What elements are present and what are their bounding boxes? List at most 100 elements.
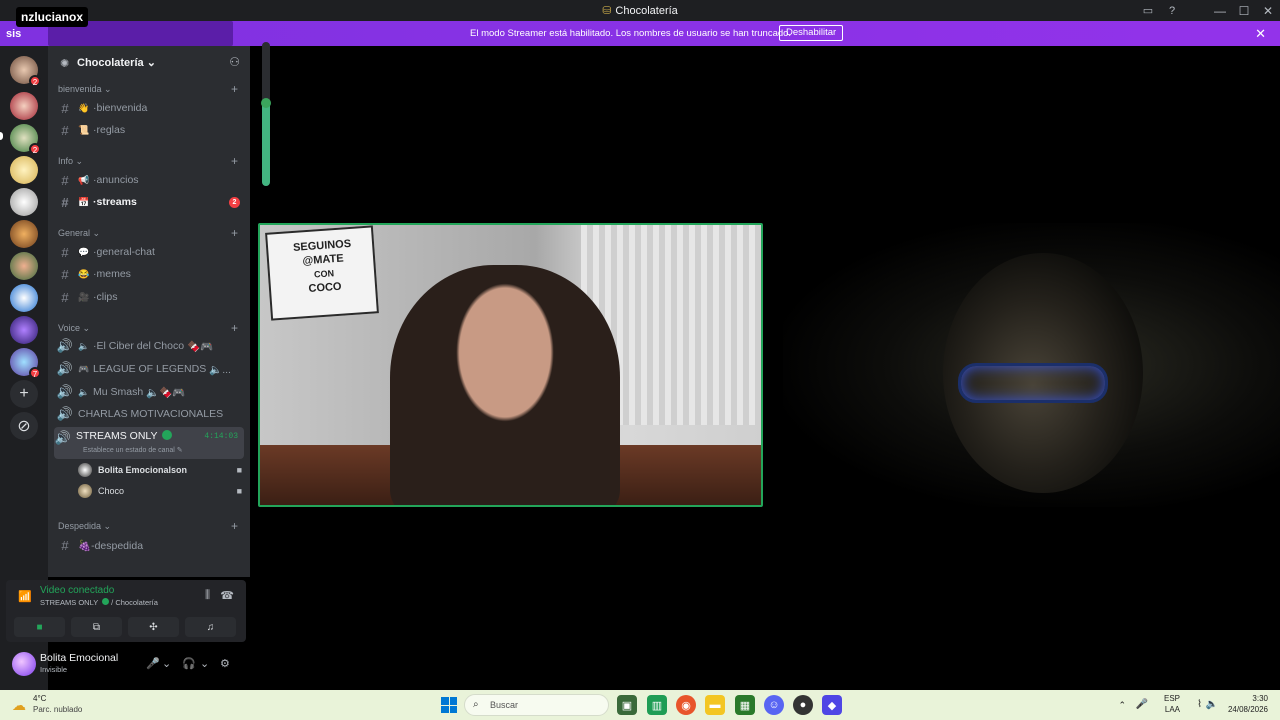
guild-header[interactable]: ✺ Chocolatería ⌄ ⚇ <box>48 46 250 78</box>
app-icon[interactable]: ▣ <box>617 695 637 715</box>
voice-channel-streams-only[interactable]: 🔊 STREAMS ONLY 4:14:03 Establece un estado … <box>54 427 244 459</box>
screen-share-button[interactable]: ⧉ <box>71 617 122 637</box>
category-despedida[interactable]: Despedida ⌄ + <box>58 519 240 533</box>
channel-anuncios[interactable]: # 📢 · anuncios <box>56 170 242 190</box>
add-channel-icon[interactable]: + <box>231 519 238 533</box>
video-tile-webcam[interactable] <box>783 223 1280 507</box>
app-icon[interactable]: ● <box>793 695 813 715</box>
server-avatar[interactable] <box>10 220 38 248</box>
server-avatar[interactable]: 7 <box>10 348 41 379</box>
voice-user[interactable]: Choco ■ <box>78 483 242 499</box>
window-titlebar: ⛁ Chocolatería ▭ ? — ☐ ✕ <box>0 0 1280 21</box>
channel-general-chat[interactable]: # 💬 · general-chat <box>56 242 242 262</box>
minimize-button[interactable]: — <box>1208 0 1232 21</box>
server-avatar[interactable] <box>10 156 38 184</box>
add-channel-icon[interactable]: + <box>231 321 238 335</box>
chevron-down-icon[interactable]: ⌄ <box>162 657 171 670</box>
minecraft-icon[interactable]: ▦ <box>735 695 755 715</box>
explore-icon[interactable]: ⊘ <box>10 412 38 440</box>
volume-icon[interactable]: 🔈 <box>1206 699 1218 710</box>
close-icon[interactable]: ✕ <box>1255 26 1266 42</box>
guild-name[interactable]: Chocolatería ⌄ <box>77 56 156 69</box>
camera-button[interactable]: ■ <box>14 617 65 637</box>
tray-chevron-icon[interactable]: ⌃ <box>1118 700 1126 711</box>
channel-memes[interactable]: # 😂 · memes <box>56 264 242 284</box>
channel-clips[interactable]: # 🎥 · clips <box>56 287 242 307</box>
user-name[interactable]: Bolita Emocional <box>40 652 118 664</box>
microphone-icon[interactable]: 🎤 <box>146 657 160 670</box>
volume-knob[interactable] <box>261 98 271 108</box>
browser-icon[interactable]: ◉ <box>676 695 696 715</box>
server-avatar[interactable] <box>10 316 38 344</box>
add-channel-icon[interactable]: + <box>231 82 238 96</box>
weather-temp[interactable]: 4°C <box>33 694 46 703</box>
server-avatar[interactable]: 2 <box>10 56 41 87</box>
voice-channel-charlas[interactable]: 🔊 CHARLAS MOTIVACIONALES <box>56 404 242 424</box>
noise-suppression-icon[interactable]: ⫼ <box>205 589 210 602</box>
app-icon[interactable]: ▥ <box>647 695 667 715</box>
speaker-icon: 🔊 <box>56 406 74 421</box>
call-timer: 4:14:03 <box>204 432 238 441</box>
signal-icon[interactable]: 📶 <box>18 590 32 603</box>
hash-icon: # <box>61 244 69 260</box>
speaker-icon: 🔊 <box>56 338 74 353</box>
app-icon[interactable]: ◆ <box>822 695 842 715</box>
voice-channel-ciber[interactable]: 🔊 🔈 · El Ciber del Choco 🍫🎮 <box>56 336 242 356</box>
discord-icon[interactable]: ☺ <box>764 695 784 715</box>
category-info[interactable]: Info ⌄ + <box>58 154 240 168</box>
server-avatar[interactable] <box>10 92 38 120</box>
server-avatar[interactable] <box>10 188 38 216</box>
voice-channel-smash[interactable]: 🔊 🔈 Mu Smash 🔈🍫🎮 <box>56 382 242 402</box>
folder-icon[interactable]: ▬ <box>705 695 725 715</box>
speech-icon: 💬 <box>78 246 90 257</box>
server-avatar[interactable] <box>10 252 38 280</box>
windows-start-icon[interactable] <box>441 697 457 713</box>
close-window-button[interactable]: ✕ <box>1256 0 1280 21</box>
add-channel-icon[interactable]: + <box>231 226 238 240</box>
search-icon: ⌕ <box>473 699 479 710</box>
channel-status[interactable]: Establece un estado de canal ✎ <box>83 446 183 454</box>
invite-icon[interactable]: ⚇ <box>229 55 240 69</box>
voice-user[interactable]: Bolita Emocionalson ■ <box>78 462 242 478</box>
video-tile-streamer[interactable]: SEGUINOS @MATE CON COCO <box>258 223 763 507</box>
channel-bienvenida[interactable]: # 👋 · bienvenida <box>56 98 242 118</box>
server-avatar[interactable]: 2 <box>10 124 41 155</box>
category-general[interactable]: General ⌄ + <box>58 226 240 240</box>
clock-date[interactable]: 24/08/2026 <box>1228 705 1268 714</box>
avatar[interactable] <box>12 652 36 676</box>
user-status: Invisible <box>40 665 68 674</box>
add-channel-icon[interactable]: + <box>231 154 238 168</box>
live-dot <box>161 430 172 440</box>
voice-status[interactable]: Video conectado <box>40 585 114 596</box>
server-avatar[interactable] <box>10 284 38 312</box>
clock-time[interactable]: 3:30 <box>1252 694 1268 703</box>
activities-button[interactable]: ✣ <box>128 617 179 637</box>
disconnect-icon[interactable]: ☎ <box>220 589 234 602</box>
sis-label: sis <box>6 28 22 40</box>
wifi-icon[interactable]: ⌇ <box>1197 699 1202 710</box>
category-voice[interactable]: Voice ⌄ + <box>58 321 240 335</box>
voice-channel-league[interactable]: 🔊 🎮 LEAGUE OF LEGENDS 🔈... <box>56 359 242 379</box>
soundboard-button[interactable]: ♫ <box>185 617 236 637</box>
volume-slider[interactable] <box>261 42 271 186</box>
channel-despedida[interactable]: # 🍇-despedida <box>56 535 242 555</box>
weather-icon[interactable]: ☁ <box>12 697 26 714</box>
chevron-down-icon[interactable]: ⌄ <box>200 657 209 670</box>
language-indicator[interactable]: ESP <box>1164 694 1180 703</box>
help-icon[interactable]: ? <box>1160 0 1184 21</box>
voice-channel-link[interactable]: STREAMS ONLY / Chocolatería <box>40 598 158 607</box>
hash-icon: # <box>61 122 69 138</box>
gear-icon[interactable]: ⚙ <box>220 657 230 670</box>
disable-streamer-button[interactable]: Deshabilitar <box>779 25 844 41</box>
microphone-icon[interactable]: 🎤 <box>1136 699 1148 710</box>
channel-streams[interactable]: # 📅 · streams 2 <box>56 192 242 212</box>
inbox-icon[interactable]: ▭ <box>1136 0 1160 21</box>
channel-reglas[interactable]: # 📜 · reglas <box>56 120 242 140</box>
weather-desc[interactable]: Parc. nublado <box>33 705 82 714</box>
search-input[interactable]: ⌕ Buscar <box>464 694 609 716</box>
laugh-icon: 😂 <box>78 268 90 279</box>
headphones-icon[interactable]: 🎧 <box>182 657 196 670</box>
add-server-icon[interactable]: + <box>10 380 38 408</box>
category-bienvenida[interactable]: bienvenida ⌄ + <box>58 82 240 96</box>
maximize-button[interactable]: ☐ <box>1232 0 1256 21</box>
